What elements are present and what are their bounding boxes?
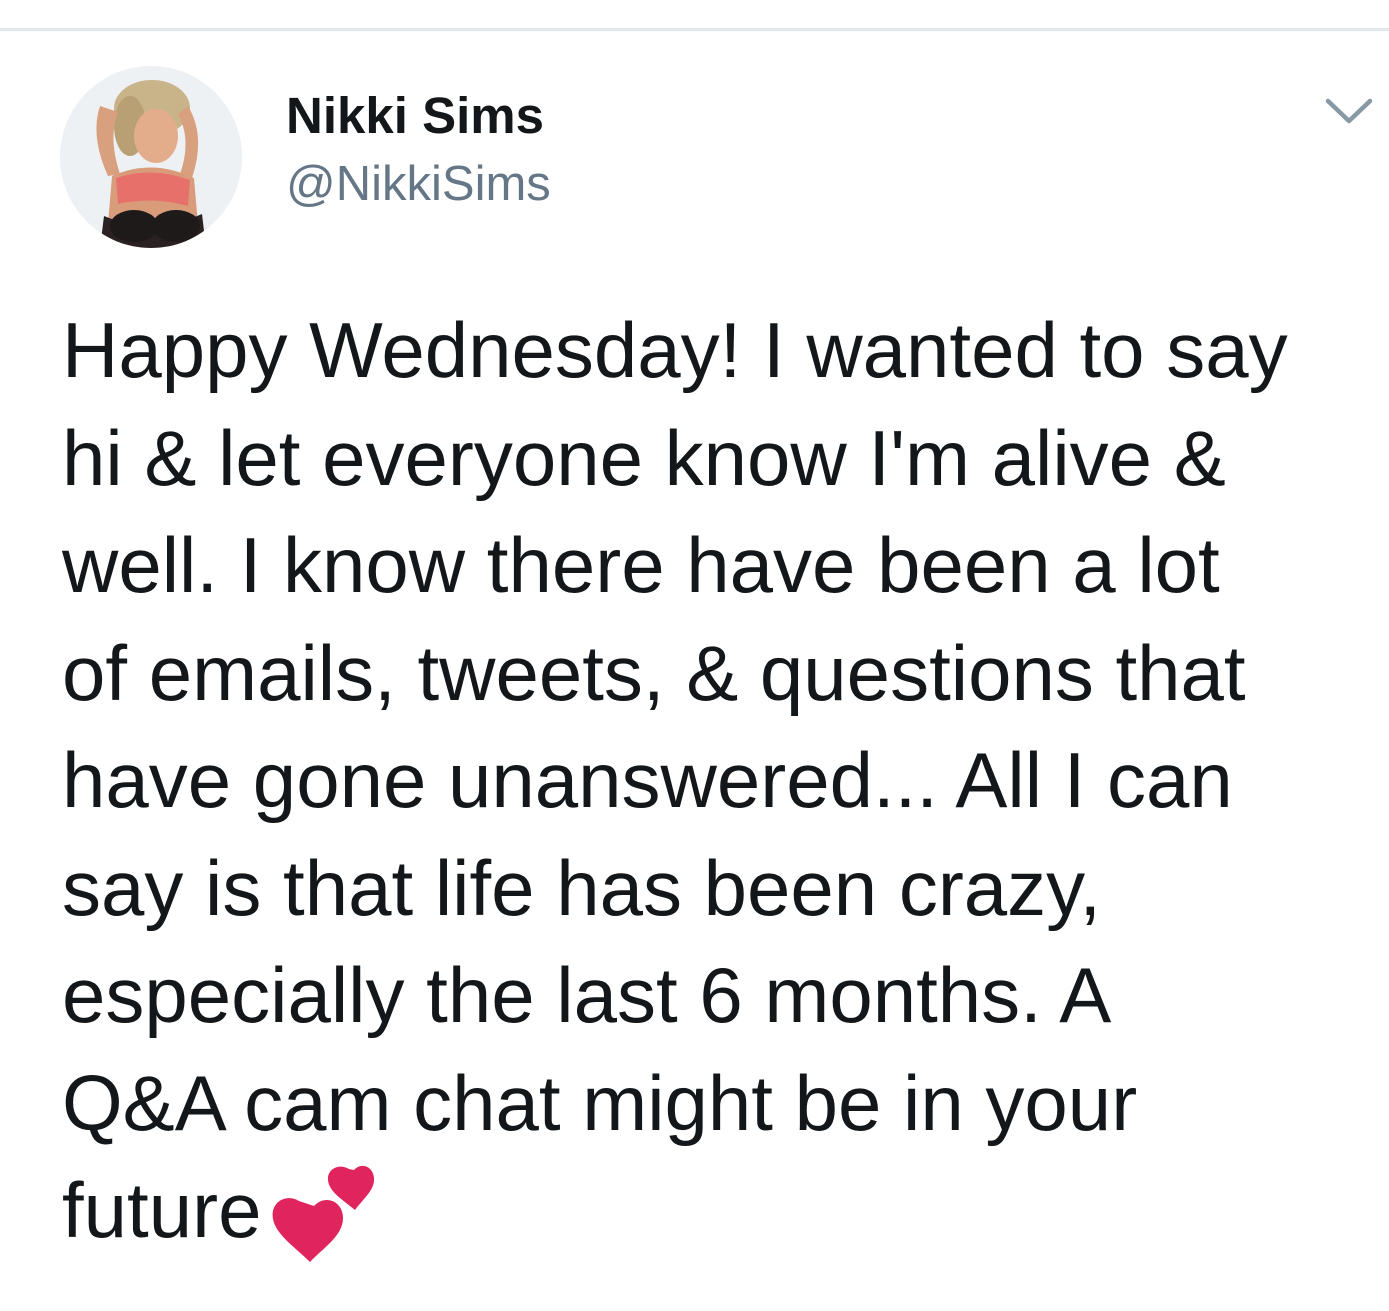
profile-photo [60, 66, 242, 248]
chevron-down-icon[interactable] [1322, 91, 1376, 131]
tweet-card[interactable]: Nikki Sims @NikkiSims Happy Wednesday! I… [0, 31, 1389, 1311]
two-hearts-icon [271, 1165, 377, 1265]
tweet-text-body: Happy Wednesday! I wanted to say hi & le… [62, 306, 1288, 1254]
tweet-text: Happy Wednesday! I wanted to say hi & le… [62, 297, 1372, 1265]
avatar[interactable] [60, 66, 242, 248]
author-handle[interactable]: @NikkiSims [286, 154, 551, 214]
author-display-name[interactable]: Nikki Sims [286, 86, 544, 146]
